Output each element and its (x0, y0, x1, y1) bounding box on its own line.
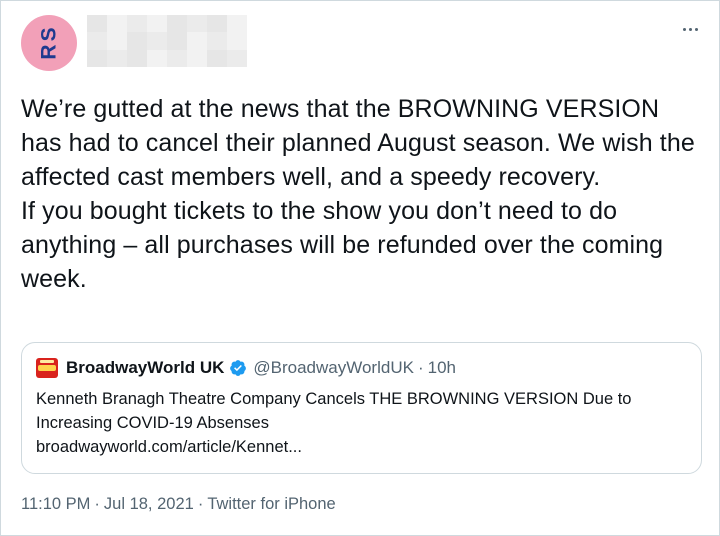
quoted-tweet-body: Kenneth Branagh Theatre Company Cancels … (36, 387, 686, 459)
quoted-tweet-card[interactable]: BroadwayWorld UK @BroadwayWorldUK · 10h … (21, 342, 702, 474)
quoted-text-line-2: Increasing COVID-19 Absenses (36, 414, 269, 432)
avatar-initial-1: R (37, 43, 61, 60)
footer-separator-1: · (94, 495, 100, 513)
tweet-card: R S We’re gutted at the news that the BR… (0, 0, 720, 536)
quoted-separator: · (417, 358, 424, 377)
author-name-blurred[interactable] (87, 15, 247, 67)
footer-separator-2: · (197, 495, 204, 513)
quoted-tweet-header: BroadwayWorld UK @BroadwayWorldUK · 10h (36, 357, 456, 379)
quoted-text-line-1: Kenneth Branagh Theatre Company Cancels … (36, 390, 632, 408)
tweet-footer: 11:10 PM · Jul 18, 2021 · Twitter for iPhone (21, 495, 336, 514)
avatar-initial-2: S (37, 26, 61, 41)
tweet-time[interactable]: 11:10 PM (21, 495, 90, 513)
verified-badge-icon (230, 360, 247, 376)
quoted-author-name[interactable]: BroadwayWorld UK (66, 358, 224, 378)
more-horizontal-icon[interactable] (678, 19, 702, 39)
quoted-link[interactable]: broadwayworld.com/article/Kennet... (36, 435, 686, 459)
tweet-date[interactable]: Jul 18, 2021 (104, 495, 194, 513)
tweet-text: We’re gutted at the news that the BROWNI… (21, 92, 701, 296)
tweet-paragraph-1: We’re gutted at the news that the BROWNI… (21, 95, 695, 191)
broadwayworld-logo-icon[interactable] (36, 358, 58, 378)
tweet-source[interactable]: Twitter for iPhone (207, 495, 335, 513)
quoted-handle[interactable]: @BroadwayWorldUK (253, 358, 414, 378)
author-avatar[interactable]: R S (21, 15, 77, 71)
quoted-timestamp[interactable]: 10h (428, 358, 456, 378)
tweet-paragraph-2: If you bought tickets to the show you do… (21, 197, 664, 293)
avatar-initials: R S (37, 26, 61, 60)
